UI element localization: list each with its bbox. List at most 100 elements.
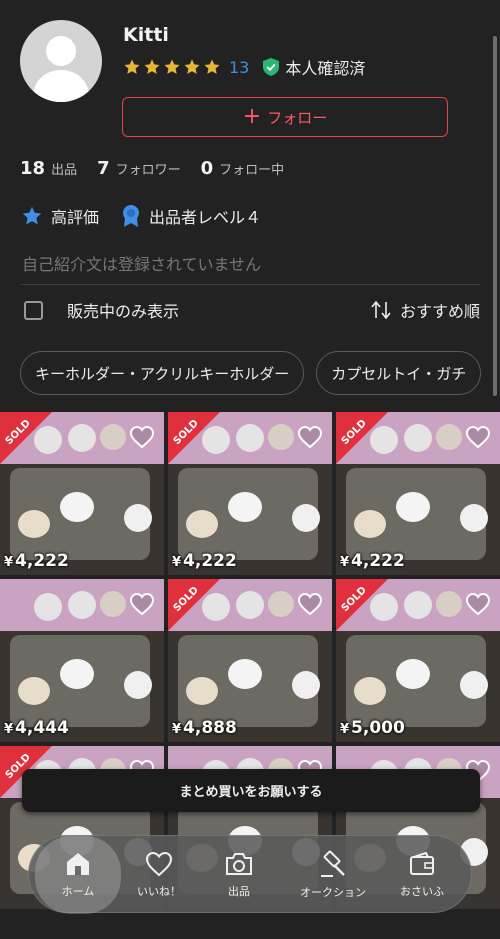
- product-photo-detail: [18, 677, 50, 705]
- stat-following[interactable]: 0 フォロー中: [201, 158, 285, 179]
- stat-number: 0: [200, 158, 214, 179]
- plus-icon: +: [242, 104, 262, 129]
- gavel-icon: [321, 850, 345, 877]
- product-tile[interactable]: SOLD ¥4,888: [168, 579, 332, 742]
- rating-row[interactable]: 13 本人確認済: [123, 56, 365, 78]
- product-photo-detail: [124, 504, 152, 532]
- stat-label: フォロワー: [115, 163, 181, 178]
- star-icon: [123, 58, 141, 76]
- heart-outline-icon: [297, 425, 323, 449]
- category-chip[interactable]: キーホルダー・アクリルキーホルダー: [20, 351, 305, 395]
- price-value: 4,222: [15, 551, 69, 571]
- tab-label: ホーム: [61, 885, 95, 898]
- rating-count-link[interactable]: 13: [229, 58, 249, 77]
- stat-listings: 18 出品: [20, 158, 77, 179]
- currency-symbol: ¥: [172, 555, 182, 570]
- product-photo-detail: [60, 492, 94, 522]
- tab-label: いいね！: [137, 885, 181, 898]
- product-photo-detail: [436, 591, 462, 617]
- bulk-purchase-button[interactable]: まとめ買いをお願いする: [22, 769, 480, 812]
- tab-wallet[interactable]: おさいふ: [389, 836, 455, 914]
- product-photo-detail: [186, 510, 218, 538]
- price-value: 4,222: [183, 551, 237, 571]
- product-photo-detail: [436, 424, 462, 450]
- product-photo-detail: [124, 671, 152, 699]
- tab-home[interactable]: ホーム: [35, 836, 121, 914]
- product-photo-detail: [228, 659, 262, 689]
- high-rating-badge: 高評価: [21, 204, 99, 228]
- currency-symbol: ¥: [4, 555, 14, 570]
- heart-outline-icon: [297, 592, 323, 616]
- product-tile[interactable]: SOLD ¥4,222: [168, 412, 332, 575]
- username: Kitti: [123, 24, 169, 46]
- on-sale-label: 販売中のみ表示: [67, 302, 180, 321]
- product-photo-detail: [460, 504, 488, 532]
- follow-button[interactable]: + フォロー: [122, 97, 448, 137]
- page-scrollbar[interactable]: [493, 36, 497, 396]
- product-photo-detail: [68, 591, 96, 619]
- badge-label: 出品者レベル４: [149, 208, 262, 227]
- stat-followers[interactable]: 7 フォロワー: [97, 158, 181, 179]
- product-price: ¥5,000: [340, 718, 405, 738]
- product-price: ¥4,888: [172, 718, 237, 738]
- product-photo-detail: [292, 671, 320, 699]
- sort-selector[interactable]: おすすめ順: [370, 298, 480, 322]
- currency-symbol: ¥: [4, 722, 14, 737]
- star-icon: [143, 58, 161, 76]
- sort-label: おすすめ順: [399, 302, 480, 321]
- seller-badges: 高評価 出品者レベル４: [21, 204, 283, 228]
- price-value: 5,000: [351, 718, 405, 738]
- product-price: ¥4,222: [4, 551, 69, 571]
- product-price: ¥4,222: [172, 551, 237, 571]
- default-avatar-icon: [32, 36, 90, 102]
- heart-outline-icon: [129, 592, 155, 616]
- product-photo-detail: [100, 591, 126, 617]
- category-chips: キーホルダー・アクリルキーホルダー カプセルトイ・ガチ: [20, 351, 482, 395]
- tab-auction[interactable]: オークション: [287, 836, 379, 914]
- price-value: 4,444: [15, 718, 69, 738]
- product-photo-detail: [354, 677, 386, 705]
- star-icon: [163, 58, 181, 76]
- stat-number: 18: [20, 158, 46, 179]
- badge-label: 高評価: [51, 208, 100, 227]
- product-photo-detail: [60, 659, 94, 689]
- verified-label: 本人確認済: [285, 59, 366, 78]
- product-photo-detail: [236, 591, 264, 619]
- heart-outline-icon: [465, 425, 491, 449]
- product-photo-detail: [68, 424, 96, 452]
- product-photo-detail: [404, 591, 432, 619]
- heart-outline-icon: [129, 425, 155, 449]
- tab-label: おさいふ: [400, 885, 444, 898]
- star-rating: [123, 58, 221, 76]
- currency-symbol: ¥: [340, 555, 350, 570]
- shield-check-icon: [263, 58, 280, 76]
- product-tile[interactable]: SOLD ¥4,222: [0, 412, 164, 575]
- category-chip[interactable]: カプセルトイ・ガチ: [316, 351, 482, 395]
- sort-arrows-icon: [371, 300, 391, 320]
- product-tile[interactable]: SOLD ¥5,000: [336, 579, 500, 742]
- product-photo-detail: [18, 510, 50, 538]
- product-photo-detail: [186, 677, 218, 705]
- price-value: 4,888: [183, 718, 237, 738]
- wallet-icon: [410, 851, 434, 875]
- product-photo-detail: [404, 424, 432, 452]
- product-photo-detail: [396, 492, 430, 522]
- seller-level-badge: 出品者レベル４: [121, 204, 261, 228]
- product-price: ¥4,444: [4, 718, 69, 738]
- product-tile[interactable]: SOLD ¥4,222: [336, 412, 500, 575]
- on-sale-filter[interactable]: 販売中のみ表示: [24, 298, 179, 322]
- bio-text: 自己紹介文は登録されていません: [22, 255, 262, 274]
- tab-likes[interactable]: いいね！: [124, 836, 194, 914]
- tab-sell[interactable]: 出品: [209, 836, 269, 914]
- follow-button-label: フォロー: [267, 108, 328, 127]
- tab-label: 出品: [228, 885, 250, 898]
- currency-symbol: ¥: [172, 722, 182, 737]
- product-photo-detail: [268, 591, 294, 617]
- on-sale-checkbox[interactable]: [24, 300, 43, 320]
- stat-label: 出品: [51, 163, 78, 178]
- product-photo-detail: [100, 424, 126, 450]
- camera-icon: [226, 853, 252, 875]
- product-photo-detail: [34, 593, 62, 621]
- product-tile[interactable]: ¥4,444: [0, 579, 164, 742]
- product-photo-detail: [396, 659, 430, 689]
